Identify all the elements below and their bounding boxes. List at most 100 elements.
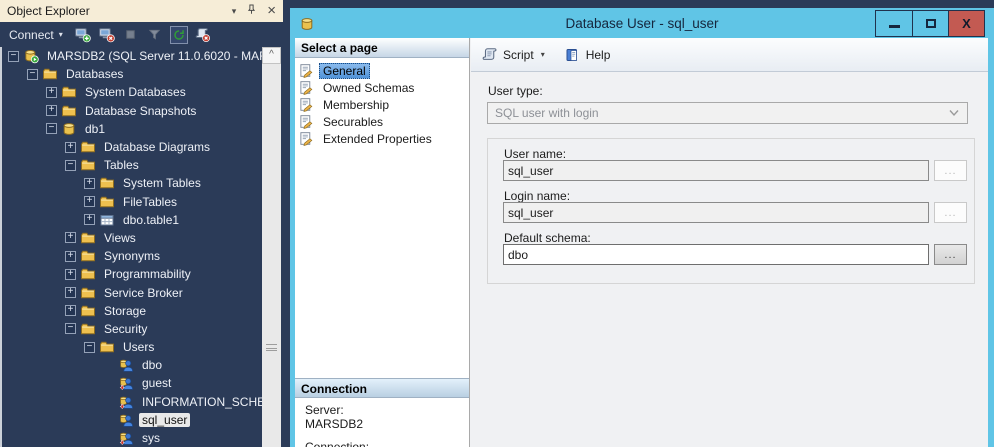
tree-item-database-diagrams[interactable]: +Database Diagrams [2,138,262,156]
user-type-value: SQL user with login [495,106,599,120]
expander-spacer [103,433,114,444]
close-panel-icon[interactable]: × [267,5,276,17]
server-value: MARSDB2 [305,417,469,431]
connection-info: Server: MARSDB2 Connection: [305,403,469,447]
page-icon [299,131,315,147]
page-item-general[interactable]: General [299,63,469,80]
expand-icon[interactable]: + [46,87,57,98]
expand-icon[interactable]: + [65,269,76,280]
maximize-button[interactable] [912,11,948,36]
tree-item-storage[interactable]: +Storage [2,302,262,320]
page-item-label: Securables [319,114,387,130]
tree-item-security[interactable]: −Security [2,320,262,338]
user-name-label: User name: [504,147,566,161]
script-icon [481,46,498,63]
tree-item-database-snapshots[interactable]: +Database Snapshots [2,102,262,120]
script-error-icon[interactable] [194,26,212,44]
tree-item-dbo-table1[interactable]: +dbo.table1 [2,211,262,229]
user-icon [118,412,135,428]
page-item-securables[interactable]: Securables [299,113,469,130]
expand-icon[interactable]: + [84,178,95,189]
help-icon [564,46,581,63]
tree-item-label: System Databases [82,85,189,99]
close-button[interactable]: X [948,11,984,36]
tree-item-views[interactable]: +Views [2,229,262,247]
tree-item-system-databases[interactable]: + System Databases [2,83,262,101]
expand-icon[interactable]: + [46,105,57,116]
collapse-icon[interactable]: − [27,69,38,80]
user-icon [118,357,135,373]
object-explorer-titlebar: Object Explorer ▾ × [0,0,283,22]
object-explorer-scrollbar[interactable]: ^ [262,47,281,447]
connect-button-label: Connect [9,28,54,42]
folder-icon [80,157,97,173]
folder-icon [99,339,116,355]
tree-item-guest[interactable]: guest [2,374,262,392]
tree-item-sys[interactable]: sys [2,429,262,447]
tree-item-synonyms[interactable]: + Synonyms [2,247,262,265]
user-type-label: User type: [488,84,543,98]
filter-icon[interactable] [146,26,164,44]
expand-icon[interactable]: + [65,251,76,262]
expand-icon[interactable]: + [65,232,76,243]
folder-icon [99,175,116,191]
script-button[interactable]: Script [503,48,534,62]
expand-icon[interactable]: + [65,287,76,298]
tree-item-system-tables[interactable]: +System Tables [2,174,262,192]
dialog-titlebar[interactable]: Database User - sql_user X [290,8,994,38]
tree-item-marsdb2-sql-server-11-0-6020-marsd[interactable]: − MARSDB2 (SQL Server 11.0.6020 - MARSD [2,47,262,65]
folder-icon [99,194,116,210]
user-fields-group: User name: ... Login name: ... Default s… [487,138,975,284]
dialog-toolbar: Script ▾ Help [471,38,988,72]
expand-icon[interactable]: + [84,196,95,207]
scroll-up-icon[interactable]: ^ [262,47,281,64]
collapse-icon[interactable]: − [84,342,95,353]
page-item-membership[interactable]: Membership [299,97,469,114]
help-button[interactable]: Help [586,48,611,62]
tree-item-db1[interactable]: −db1 [2,120,262,138]
expand-icon[interactable]: + [84,214,95,225]
object-explorer-title: Object Explorer [7,4,232,18]
stop-icon[interactable] [122,26,140,44]
scrollbar-grip[interactable] [266,344,277,351]
disconnect-server-icon[interactable] [98,26,116,44]
page-icon [299,97,315,113]
tree-item-sql-user[interactable]: sql_user [2,411,262,429]
collapse-icon[interactable]: − [8,51,19,62]
tree-item-information-schema[interactable]: INFORMATION_SCHEMA [2,393,262,411]
tree-item-label: Synonyms [101,249,163,263]
collapse-icon[interactable]: − [65,323,76,334]
tree-item-users[interactable]: − Users [2,338,262,356]
default-schema-browse-button[interactable]: ... [934,244,967,265]
window-buttons: X [875,10,985,37]
tree-item-databases[interactable]: −Databases [2,65,262,83]
refresh-icon[interactable] [170,26,188,44]
object-explorer-panel: Object Explorer ▾ × Connect ▾ −MARSDB2 (… [0,0,283,447]
tree-item-label: FileTables [120,195,180,209]
tree-item-filetables[interactable]: + FileTables [2,193,262,211]
expander-spacer [103,414,114,425]
tree-item-service-broker[interactable]: +Service Broker [2,283,262,301]
connect-button[interactable]: Connect ▾ [6,26,66,44]
pin-icon[interactable] [245,3,258,19]
folder-icon [80,321,97,337]
default-schema-label: Default schema: [504,231,591,245]
user-type-select[interactable]: SQL user with login [487,102,968,124]
page-item-owned-schemas[interactable]: Owned Schemas [299,80,469,97]
connect-server-icon[interactable] [74,26,92,44]
minimize-button[interactable] [876,11,912,36]
tree-item-programmability[interactable]: +Programmability [2,265,262,283]
tree-item-label: Users [120,340,157,354]
collapse-icon[interactable]: − [65,160,76,171]
expand-icon[interactable]: + [65,142,76,153]
window-menu-caret-icon[interactable]: ▾ [232,6,237,17]
collapse-icon[interactable]: − [46,123,57,134]
script-dropdown-icon[interactable]: ▾ [541,50,545,59]
page-item-extended-properties[interactable]: Extended Properties [299,130,469,147]
tree-item-dbo[interactable]: dbo [2,356,262,374]
expand-icon[interactable]: + [65,305,76,316]
tree-item-label: MARSDB2 (SQL Server 11.0.6020 - MARSD [44,49,262,63]
tree-item-tables[interactable]: −Tables [2,156,262,174]
default-schema-input[interactable] [503,244,929,265]
select-a-page-pane: Select a page GeneralOwned SchemasMember… [295,38,470,447]
